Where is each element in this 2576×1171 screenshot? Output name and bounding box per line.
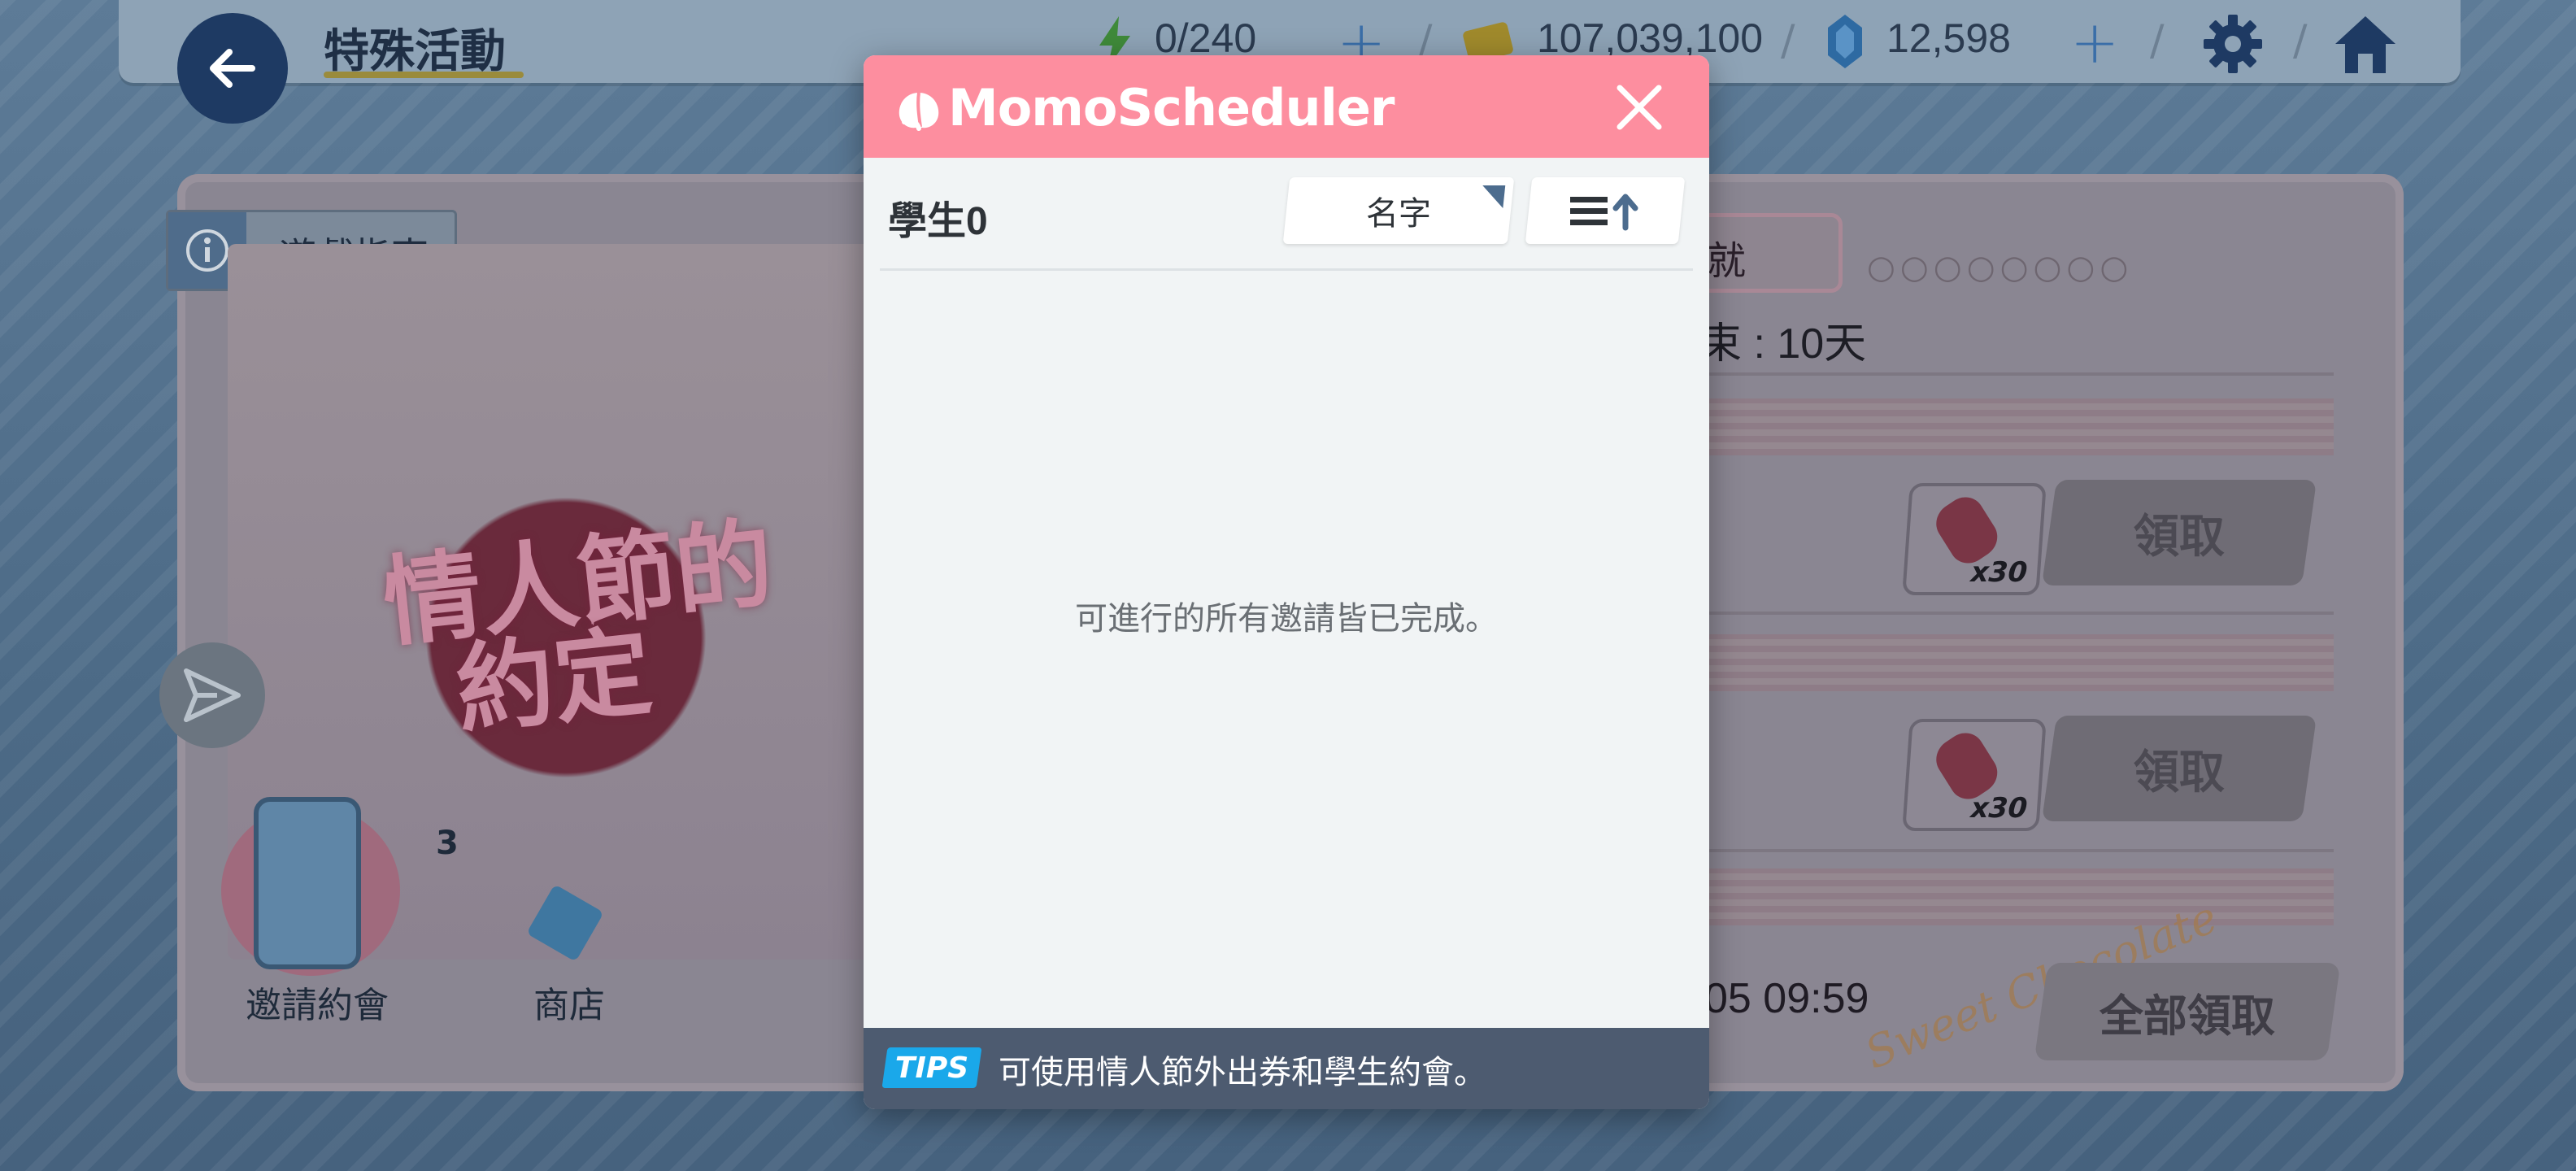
pyroxene-counter: 12,598 — [1886, 15, 2011, 61]
tips-badge-label: TIPS — [894, 1051, 969, 1085]
send-icon — [184, 668, 241, 722]
pyroxene-add-button[interactable]: + — [2070, 8, 2119, 76]
title-underline — [324, 72, 524, 78]
back-arrow-icon — [210, 49, 255, 88]
divider — [1699, 849, 2334, 852]
tips-footer: TIPS 可使用情人節外出券和學生約會。 — [864, 1028, 1709, 1109]
students-count-label: 學生0 — [888, 189, 988, 246]
dialog-title: MomoScheduler — [948, 78, 1395, 137]
chain-decoration: ○○○○○○○○ — [1867, 249, 2134, 286]
invite-date-icon[interactable] — [221, 797, 400, 976]
row-stripe — [1699, 868, 2334, 925]
claim-button[interactable]: 領取 — [2041, 480, 2317, 586]
empty-state-message: 可進行的所有邀請皆已完成。 — [1075, 601, 1498, 637]
row-stripe — [1699, 634, 2334, 691]
pyroxene-icon — [1828, 15, 1862, 68]
reward-qty: x30 — [1969, 792, 2029, 825]
sort-order-icon — [1570, 194, 1638, 231]
divider: / — [1781, 16, 1795, 65]
gear-icon[interactable] — [2200, 11, 2265, 76]
divider: / — [2150, 16, 2165, 65]
shop-label[interactable]: 商店 — [533, 976, 605, 1028]
peach-logo-icon — [899, 92, 939, 131]
divider: / — [2293, 16, 2308, 65]
dropdown-corner-indicator — [1480, 185, 1506, 208]
back-button[interactable] — [177, 13, 288, 124]
divider — [1699, 612, 2334, 615]
sort-order-button[interactable] — [1525, 177, 1686, 244]
close-icon[interactable] — [1610, 78, 1669, 137]
tips-text: 可使用情人節外出券和學生約會。 — [999, 1055, 1486, 1090]
header-divider — [880, 268, 1693, 271]
event-time-left: 束 : 10天 — [1699, 320, 1867, 368]
page-title: 特殊活動 — [324, 25, 506, 76]
claim-all-button[interactable]: 全部領取 — [2034, 963, 2341, 1060]
momoscheduler-dialog: MomoScheduler 學生0 名字 可進行的所有邀請皆已完成。 TIPS … — [864, 55, 1709, 1109]
invite-date-label[interactable]: 邀請約會 — [246, 976, 389, 1028]
students-count: 0 — [966, 200, 988, 243]
send-button[interactable] — [159, 642, 265, 748]
ticket-count: 3 — [436, 825, 459, 862]
reward-qty: x30 — [1969, 556, 2029, 589]
claim-button[interactable]: 領取 — [2041, 716, 2317, 821]
phone-icon — [254, 797, 361, 969]
event-art-title-line2: 約定 — [450, 617, 657, 747]
tips-badge: TIPS — [881, 1047, 982, 1088]
info-icon — [186, 229, 228, 272]
achievement-tab-label: 就 — [1707, 240, 1747, 283]
sort-by-dropdown[interactable]: 名字 — [1282, 177, 1515, 244]
divider — [1699, 372, 2334, 376]
dialog-header: MomoScheduler — [864, 55, 1709, 158]
event-deadline: 05 09:59 — [1704, 975, 1869, 1022]
claim-all-label: 全部領取 — [2100, 991, 2275, 1041]
home-icon[interactable] — [2330, 11, 2400, 76]
claim-button-label: 領取 — [2134, 746, 2225, 798]
reward-item[interactable]: x30 — [1902, 483, 2047, 595]
claim-button-label: 領取 — [2134, 510, 2225, 562]
row-stripe — [1699, 398, 2334, 455]
students-label-text: 學生 — [888, 200, 967, 243]
reward-item[interactable]: x30 — [1902, 719, 2047, 831]
sort-by-value: 名字 — [1366, 196, 1431, 232]
